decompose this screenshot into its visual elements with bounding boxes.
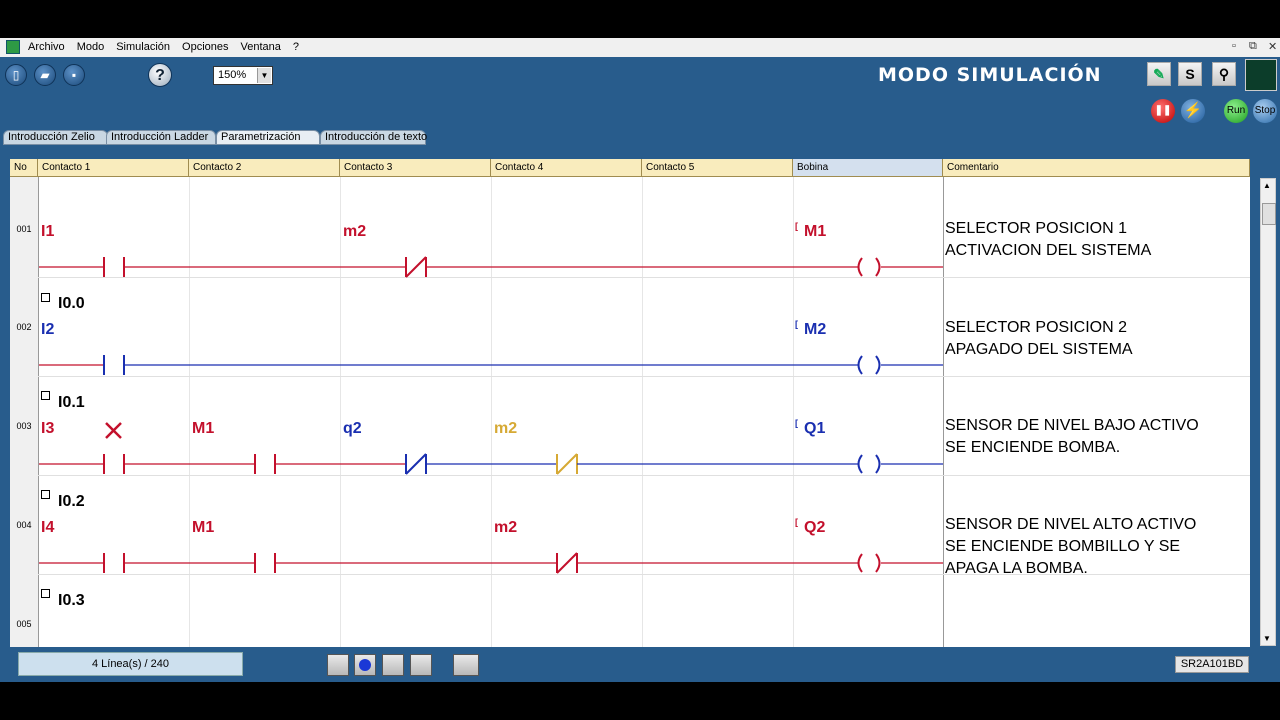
rung-001 (39, 256, 943, 278)
comment[interactable]: SELECTOR POSICION 1 ACTIVACION DEL SISTE… (945, 218, 1151, 262)
input-checkbox[interactable] (41, 490, 50, 499)
coil-type-marker: [ (795, 418, 798, 428)
open-folder-icon[interactable]: ▰ (34, 64, 56, 86)
edit-mode-icon[interactable]: ✎ (1147, 62, 1171, 86)
coil-type-marker: [ (795, 221, 798, 231)
contact-label[interactable]: I1 (41, 223, 54, 241)
rung-004 (39, 552, 943, 574)
coil-label[interactable]: Q2 (804, 519, 825, 537)
save-icon[interactable]: ▪ (63, 64, 85, 86)
contact-label[interactable]: m2 (494, 519, 517, 537)
contact-label[interactable]: m2 (494, 420, 517, 438)
ladder-grid: No Contacto 1 Contacto 2 Contacto 3 Cont… (10, 159, 1250, 647)
contact-label[interactable]: m2 (343, 223, 366, 241)
menu-simulacion[interactable]: Simulación (116, 41, 170, 53)
force-marker-icon (105, 422, 122, 439)
help-icon[interactable]: ? (148, 63, 172, 87)
zoom-select[interactable]: 150% ▼ (213, 66, 273, 85)
tab-bar: Introducción Zelio Introducción Ladder P… (0, 130, 430, 146)
sim-record-icon[interactable] (354, 654, 376, 676)
input-checkbox[interactable] (41, 293, 50, 302)
coil-label[interactable]: M2 (804, 321, 826, 339)
tab-introduccion-zelio[interactable]: Introducción Zelio (3, 130, 108, 145)
input-checkbox[interactable] (41, 589, 50, 598)
coil-type-marker: [ (795, 319, 798, 329)
sim-step-icon[interactable] (327, 654, 349, 676)
simulation-button[interactable]: S (1178, 62, 1202, 86)
search-icon[interactable]: ⚲ (1212, 62, 1236, 86)
toolbar: ▯ ▰ ▪ ? 150% ▼ MODO SIMULACIÓN ✎ S ⚲ ❚❚ ⚡… (0, 57, 1280, 132)
line-count: 4 Línea(s) / 240 (18, 652, 243, 676)
tab-introduccion-ladder[interactable]: Introducción Ladder (106, 130, 216, 145)
input-checkbox[interactable] (41, 391, 50, 400)
contact-address: I0.0 (58, 295, 85, 312)
scroll-up-icon[interactable]: ▲ (1263, 181, 1271, 190)
app-icon (6, 40, 20, 54)
run-button[interactable]: Run (1224, 99, 1248, 123)
pause-icon[interactable]: ❚❚ (1151, 99, 1175, 123)
zelio-logo-icon (1245, 59, 1277, 91)
controller-model: SR2A101BD (1175, 656, 1249, 673)
menu-modo[interactable]: Modo (77, 41, 105, 53)
rung-003 (39, 453, 943, 475)
coil-type-marker: [ (795, 517, 798, 527)
mode-title: MODO SIMULACIÓN (878, 64, 1102, 86)
stop-button[interactable]: Stop (1253, 99, 1277, 123)
sim-io-icon[interactable] (382, 654, 404, 676)
new-file-icon[interactable]: ▯ (5, 64, 27, 86)
contact-label[interactable]: I3 (41, 420, 54, 438)
application-window: Archivo Modo Simulación Opciones Ventana… (0, 38, 1280, 682)
scroll-thumb[interactable] (1262, 203, 1276, 225)
contact-address: I0.3 (58, 592, 85, 609)
rung-002 (39, 355, 943, 375)
sim-panel-icon[interactable] (453, 654, 479, 676)
contact-address: I0.1 (58, 394, 85, 411)
minimize-icon[interactable]: ▫ (1232, 40, 1236, 52)
comment[interactable]: SELECTOR POSICION 2 APAGADO DEL SISTEMA (945, 317, 1133, 361)
contact-label[interactable]: M1 (192, 519, 214, 537)
menu-help[interactable]: ? (293, 41, 299, 53)
vertical-scrollbar[interactable]: ▲ ▼ (1260, 178, 1276, 646)
menu-ventana[interactable]: Ventana (241, 41, 281, 53)
status-bar: 4 Línea(s) / 240 SR2A101BD (0, 647, 1280, 682)
contact-label[interactable]: I2 (41, 321, 54, 339)
restore-icon[interactable]: ⧉ (1249, 40, 1257, 53)
tab-parametrizacion[interactable]: Parametrización (216, 130, 320, 145)
coil-label[interactable]: M1 (804, 223, 826, 241)
contact-label[interactable]: M1 (192, 420, 214, 438)
comment[interactable]: SENSOR DE NIVEL ALTO ACTIVO SE ENCIENDE … (945, 514, 1196, 580)
comment[interactable]: SENSOR DE NIVEL BAJO ACTIVO SE ENCIENDE … (945, 415, 1199, 459)
sim-light-icon[interactable] (410, 654, 432, 676)
chevron-down-icon[interactable]: ▼ (257, 68, 271, 83)
close-icon[interactable]: ✕ (1268, 40, 1277, 53)
contact-label[interactable]: q2 (343, 420, 362, 438)
menu-archivo[interactable]: Archivo (28, 41, 65, 53)
contact-address: I0.2 (58, 493, 85, 510)
contact-label[interactable]: I4 (41, 519, 54, 537)
coil-label[interactable]: Q1 (804, 420, 825, 438)
tab-introduccion-texto[interactable]: Introducción de texto (320, 130, 427, 145)
menu-bar: Archivo Modo Simulación Opciones Ventana… (0, 38, 1280, 57)
menu-opciones[interactable]: Opciones (182, 41, 228, 53)
scroll-down-icon[interactable]: ▼ (1263, 634, 1271, 643)
power-icon[interactable]: ⚡ (1181, 99, 1205, 123)
